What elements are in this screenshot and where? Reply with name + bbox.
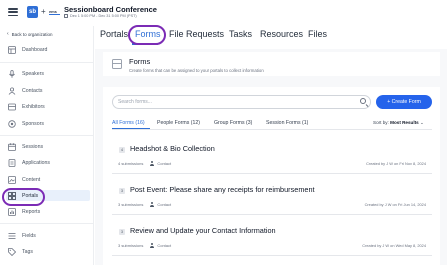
form-title[interactable]: Post Event: Please share any receipts fo… xyxy=(130,185,315,194)
tab-file-requests[interactable]: File Requests xyxy=(169,29,224,39)
search-icon[interactable] xyxy=(360,98,366,104)
portals-highlight-ring xyxy=(2,188,45,206)
person-icon xyxy=(149,243,154,248)
sidebar-item-sessions[interactable]: Sessions xyxy=(6,141,90,152)
sidebar-divider xyxy=(0,223,94,224)
sidebar-item-sponsors[interactable]: Sponsors xyxy=(6,118,90,129)
create-form-button[interactable]: + Create Form xyxy=(376,95,432,109)
content-icon xyxy=(7,175,17,184)
forms-title: Forms xyxy=(129,57,151,66)
filter-tab-all-forms[interactable]: All Forms (16) xyxy=(112,120,145,126)
hamburger-menu-icon[interactable] xyxy=(8,8,18,16)
forms-subtitle: Create forms that can be assigned to you… xyxy=(129,68,264,73)
back-to-organization-link[interactable]: ‹ Back to organization xyxy=(7,31,52,37)
active-filter-underline xyxy=(112,128,150,130)
calendar-icon xyxy=(64,14,68,18)
conference-dates: Dec 1 5:00 PM - Dec 31 5:00 PM (PST) xyxy=(64,14,137,18)
submission-count-badge: 3 xyxy=(119,188,125,194)
sidebar-item-applications[interactable]: Applications xyxy=(6,157,90,168)
sort-dropdown[interactable]: Sort by: Most Results ⌄ xyxy=(373,120,424,126)
search-placeholder: Search forms... xyxy=(118,98,152,105)
contacts-icon xyxy=(7,86,17,95)
form-title[interactable]: Headshot & Bio Collection xyxy=(130,144,215,153)
logo-plus: + xyxy=(41,7,46,16)
filter-tab-session-forms[interactable]: Session Forms (1) xyxy=(266,120,308,126)
filter-tab-group-forms[interactable]: Group Forms (3) xyxy=(214,120,252,126)
form-created-by: Created by J W on Fri Nov 8, 2024 xyxy=(366,161,426,166)
form-created-by: Created by J W on Wed May 8, 2024 xyxy=(362,243,426,248)
dashboard-icon xyxy=(7,45,17,54)
form-title[interactable]: Review and Update your Contact Informati… xyxy=(130,226,276,235)
exhibitor-icon xyxy=(7,103,17,111)
chevron-left-icon: ‹ xyxy=(7,31,9,37)
tab-files[interactable]: Files xyxy=(308,29,327,39)
sidebar-divider xyxy=(0,135,94,136)
tag-icon xyxy=(7,247,17,256)
sidebar-divider xyxy=(0,62,94,63)
sidebar-item-exhibitors[interactable]: Exhibitors xyxy=(6,101,90,112)
tab-portals[interactable]: Portals xyxy=(100,29,128,39)
forms-tab-highlight-ring xyxy=(128,25,166,45)
ems-logo-underline xyxy=(49,13,60,15)
submission-count-badge: 4 xyxy=(119,147,125,153)
form-meta: 4 submissions Contact xyxy=(118,161,172,166)
sidebar-item-tags[interactable]: Tags xyxy=(6,246,90,257)
sidebar-item-speakers[interactable]: Speakers xyxy=(6,68,90,79)
reports-icon xyxy=(7,207,17,216)
sidebar-item-dashboard[interactable]: Dashboard xyxy=(6,44,90,55)
fields-icon xyxy=(7,232,17,240)
forms-document-icon xyxy=(112,59,122,69)
form-row[interactable]: 4 Headshot & Bio Collection 4 submission… xyxy=(112,139,432,174)
sidebar-item-contacts[interactable]: Contacts xyxy=(6,85,90,96)
person-icon xyxy=(149,161,154,166)
form-meta: 3 submissions Contact xyxy=(118,243,172,248)
sidebar-item-reports[interactable]: Reports xyxy=(6,206,90,217)
form-meta: 3 submissions Contact xyxy=(118,202,172,207)
sessions-icon xyxy=(7,142,17,151)
sidebar-item-content[interactable]: Content xyxy=(6,174,90,185)
applications-icon xyxy=(7,158,17,167)
form-row[interactable]: 3 Review and Update your Contact Informa… xyxy=(112,221,432,256)
sidebar-item-fields[interactable]: Fields xyxy=(6,230,90,241)
sessionboard-logo: sb xyxy=(27,6,38,18)
filter-tabs-divider xyxy=(112,129,432,130)
tab-tasks[interactable]: Tasks xyxy=(229,29,252,39)
conference-title: Sessionboard Conference xyxy=(64,5,157,14)
sponsor-icon xyxy=(7,119,17,128)
tab-resources[interactable]: Resources xyxy=(260,29,303,39)
filter-tab-people-forms[interactable]: People Forms (12) xyxy=(157,120,200,126)
form-row[interactable]: 3 Post Event: Please share any receipts … xyxy=(112,180,432,215)
chevron-down-icon: ⌄ xyxy=(420,120,424,125)
person-icon xyxy=(149,202,154,207)
submission-count-badge: 3 xyxy=(119,229,125,235)
microphone-icon xyxy=(7,69,17,78)
form-created-by: Created by J W on Fri Jun 14, 2024 xyxy=(364,202,426,207)
